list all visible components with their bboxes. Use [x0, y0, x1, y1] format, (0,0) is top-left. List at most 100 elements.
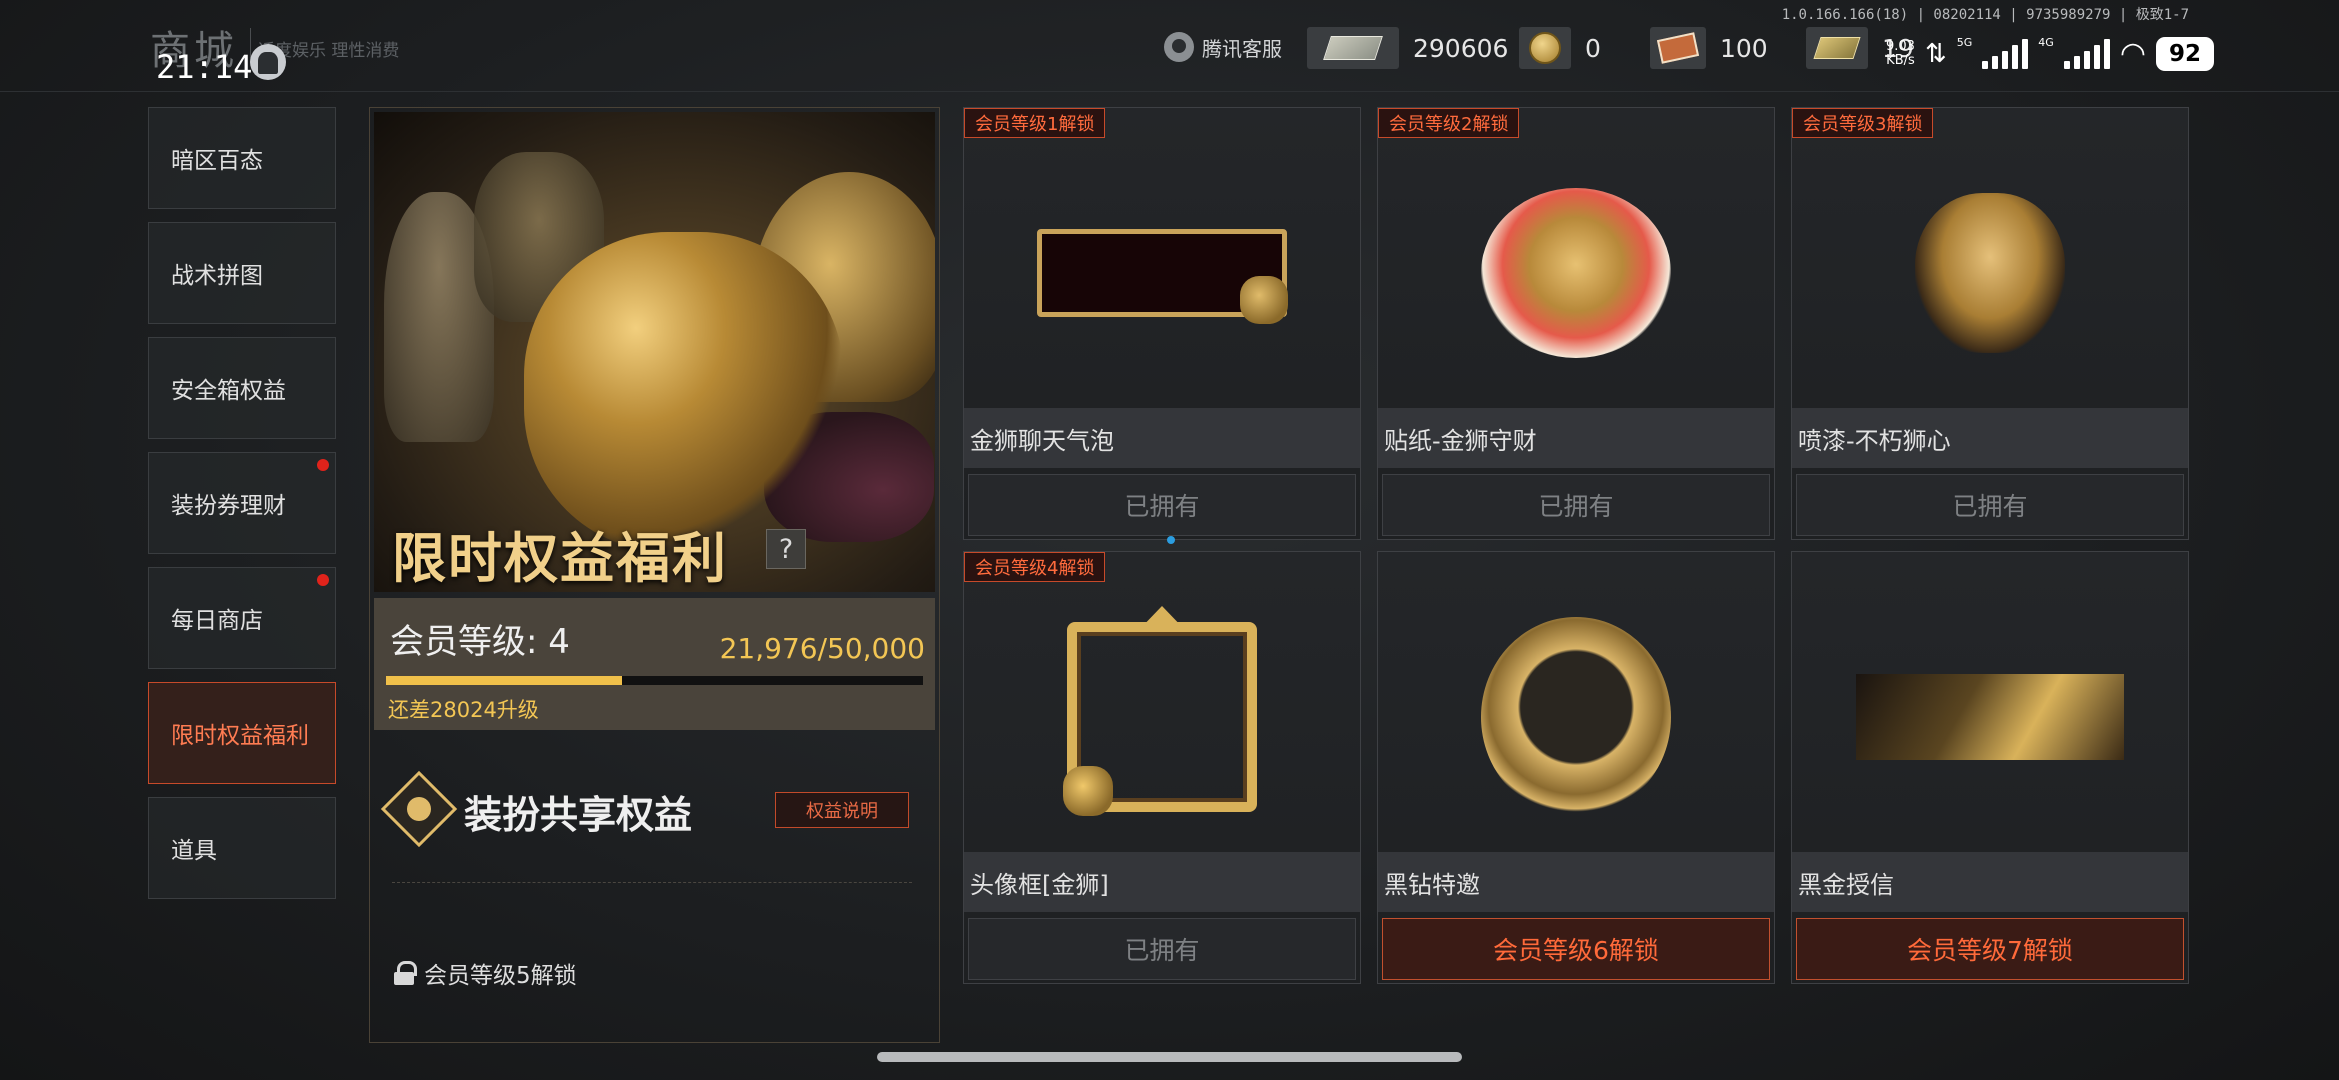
clock: 21:14 [156, 48, 253, 86]
lock-icon [394, 961, 417, 985]
chat-bubble-art [1037, 229, 1288, 324]
currency-ticket[interactable]: 100 [1650, 27, 1768, 69]
lion-spray-art [1915, 193, 2065, 353]
net-speed-value: 9.03 [1886, 38, 1915, 54]
top-bar: 商城 适度娱乐 理性消费 21:14 1.0.166.166(18) | 082… [0, 0, 2339, 92]
net-speed-unit: KB/s [1886, 52, 1915, 68]
sidebar-item-safe-box[interactable]: 安全箱权益 [148, 337, 336, 439]
sidebar-item-tactical-puzzle[interactable]: 战术拼图 [148, 222, 336, 324]
member-level-label: 会员等级: 4 [390, 622, 570, 662]
benefit-info-button[interactable]: 权益说明 [775, 792, 909, 828]
unlock-badge: 会员等级2解锁 [1378, 108, 1520, 138]
sidebar-item-label: 暗区百态 [171, 148, 263, 174]
hero-title: 限时权益福利 [392, 527, 728, 590]
headset-icon [1164, 32, 1194, 62]
sidebar-item-props[interactable]: 道具 [148, 797, 336, 899]
level-progress-bar [386, 676, 923, 685]
owned-status: 已拥有 [1382, 474, 1770, 536]
coin-icon [1519, 27, 1571, 69]
unlock-badge: 会员等级3解锁 [1792, 108, 1934, 138]
lock-requirement: 会员等级5解锁 [394, 956, 577, 990]
member-level-box: 会员等级: 4 21,976/50,000 还差28024升级 [374, 598, 935, 730]
knight-helmet-emblem-art [1481, 617, 1671, 817]
reward-card-black-gold-credit[interactable]: 黑金授信 会员等级7解锁 [1791, 551, 2189, 984]
sidebar-item-skin-voucher[interactable]: 装扮券理财 [148, 452, 336, 554]
owned-status: 已拥有 [1796, 474, 2184, 536]
card-name: 喷漆-不朽狮心 [1792, 408, 2188, 468]
shared-benefits-section: 装扮共享权益 权益说明 会员等级5解锁 [374, 742, 935, 1038]
owned-status: 已拥有 [968, 474, 1356, 536]
card-art [1792, 138, 2188, 408]
benefits-panel: 限时权益福利 ? 会员等级: 4 21,976/50,000 还差28024升级… [369, 107, 940, 1043]
unlock-badge: 会员等级4解锁 [964, 552, 1106, 582]
sidebar-item-label: 限时权益福利 [171, 723, 309, 749]
notification-dot [317, 459, 329, 471]
gold-bill-icon [1806, 27, 1868, 69]
hero-banner-image: 限时权益福利 ? [374, 112, 935, 592]
wifi-calling-icon: ⇅ [1924, 38, 1947, 69]
sidebar-item-label: 道具 [171, 838, 217, 864]
reward-card-black-diamond[interactable]: 黑钻特邀 会员等级6解锁 [1377, 551, 1775, 984]
currency-banknote[interactable]: 290606 [1307, 27, 1508, 69]
sidebar-item-label: 装扮券理财 [171, 493, 286, 519]
signal-5g-icon [1982, 38, 2029, 69]
currency-value: 290606 [1413, 33, 1509, 63]
card-name: 头像框[金狮] [964, 852, 1360, 912]
ticket-icon [1650, 27, 1706, 69]
avatar[interactable] [250, 44, 286, 80]
divider [392, 882, 912, 883]
help-icon[interactable]: ? [766, 529, 806, 569]
reward-card-sticker[interactable]: 会员等级2解锁 贴纸-金狮守财 已拥有 [1377, 107, 1775, 540]
card-name: 黑钻特邀 [1378, 852, 1774, 912]
customer-service-label: 腾讯客服 [1202, 36, 1282, 61]
card-name: 黑金授信 [1792, 852, 2188, 912]
card-art [1792, 582, 2188, 852]
signal-4g-icon [2063, 38, 2110, 69]
shared-benefits-title: 装扮共享权益 [464, 793, 693, 837]
level-progress-fill [386, 676, 623, 685]
sidebar-item-dark-zone[interactable]: 暗区百态 [148, 107, 336, 209]
sidebar-item-label: 每日商店 [171, 608, 263, 634]
unlock-badge: 会员等级1解锁 [964, 108, 1106, 138]
locked-status: 会员等级6解锁 [1382, 918, 1770, 980]
notification-dot [317, 574, 329, 586]
card-art [1378, 138, 1774, 408]
customer-service-button[interactable]: 腾讯客服 [1164, 32, 1282, 62]
upgrade-hint: 还差28024升级 [388, 698, 539, 722]
locked-status: 会员等级7解锁 [1796, 918, 2184, 980]
card-name: 贴纸-金狮守财 [1378, 408, 1774, 468]
owned-status: 已拥有 [968, 918, 1356, 980]
reward-card-avatar-frame[interactable]: 会员等级4解锁 头像框[金狮] 已拥有 [963, 551, 1361, 984]
sidebar-item-limited-benefits[interactable]: 限时权益福利 [148, 682, 336, 784]
banknote-icon [1307, 27, 1399, 69]
status-bar: 9.03 KB/s ⇅ 5G 4G ◠ 92 [1886, 36, 2214, 71]
lion-sticker-art [1481, 188, 1671, 358]
wifi-icon: ◠ [2119, 36, 2146, 71]
lion-frame-art [1063, 622, 1257, 816]
sidebar-item-label: 战术拼图 [171, 263, 263, 289]
sidebar: 暗区百态 战术拼图 安全箱权益 装扮券理财 每日商店 限时权益福利 道具 [148, 107, 336, 912]
diamond-emblem-icon [380, 770, 458, 848]
card-art [964, 138, 1360, 408]
currency-value: 0 [1585, 33, 1601, 63]
version-text: 1.0.166.166(18) | 08202114 | 9735989279 … [1781, 7, 2189, 23]
currency-coin[interactable]: 0 [1519, 27, 1601, 69]
home-indicator[interactable] [877, 1052, 1462, 1062]
battery-indicator: 92 [2156, 36, 2214, 71]
network-4g: 4G [2038, 36, 2054, 49]
reward-card-spray[interactable]: 会员等级3解锁 喷漆-不朽狮心 已拥有 [1791, 107, 2189, 540]
gold-card-art [1856, 674, 2124, 760]
network-5g: 5G [1956, 36, 1973, 49]
sidebar-item-label: 安全箱权益 [171, 378, 286, 404]
sidebar-item-daily-shop[interactable]: 每日商店 [148, 567, 336, 669]
lock-requirement-label: 会员等级5解锁 [424, 963, 577, 989]
currency-value: 100 [1720, 33, 1768, 63]
card-art [964, 582, 1360, 852]
golden-lion-art [524, 232, 844, 552]
net-speed: 9.03 KB/s [1886, 38, 1915, 68]
reward-card-chat-bubble[interactable]: 会员等级1解锁 金狮聊天气泡 已拥有 [963, 107, 1361, 540]
card-art [1378, 582, 1774, 852]
card-name: 金狮聊天气泡 [964, 408, 1360, 468]
page-indicator-dot [1167, 536, 1175, 544]
level-progress-text: 21,976/50,000 [719, 632, 925, 665]
